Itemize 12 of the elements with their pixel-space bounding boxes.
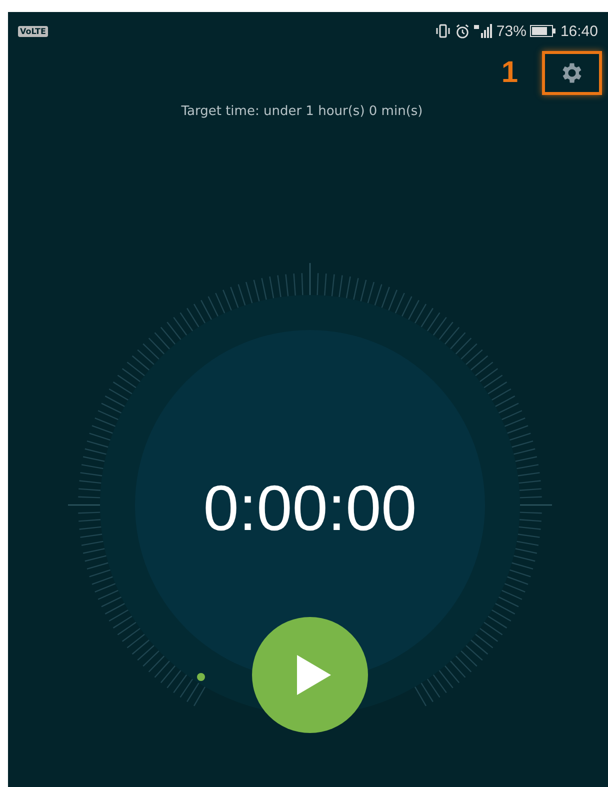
settings-button[interactable] [542,51,602,95]
signal-icon [474,24,492,38]
clock-time: 16:40 [560,22,598,40]
battery-percent: 73% [496,22,526,40]
vibrate-icon [435,24,452,38]
timer-display: 0:00:00 [202,471,418,545]
alarm-icon [455,24,470,38]
callout-number: 1 [501,56,518,90]
battery-icon [530,25,556,37]
network-badge: VoLTE [18,26,48,36]
target-time-text: Target time: under 1 hour(s) 0 min(s) [180,104,424,119]
play-icon [297,655,331,695]
